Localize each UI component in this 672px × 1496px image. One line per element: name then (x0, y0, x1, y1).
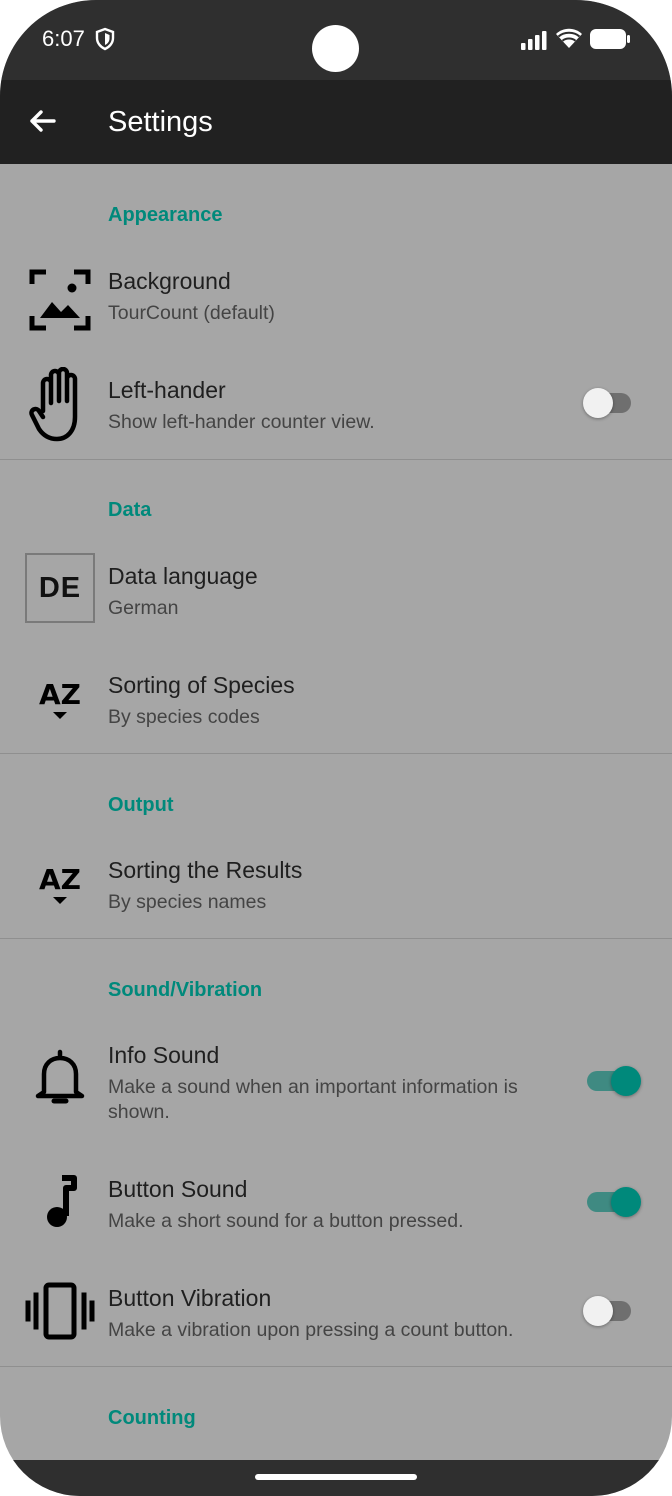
pref-left-hander[interactable]: Left-hander Show left-hander counter vie… (0, 367, 672, 477)
section-header-counting: Counting (108, 1407, 196, 1429)
bell-icon (22, 1040, 98, 1116)
pref-summary: TourCount (default) (108, 302, 275, 324)
pref-sorting-species[interactable]: AZ Sorting of Species By species codes (0, 672, 672, 772)
svg-text:AZ: AZ (39, 678, 81, 711)
navigation-bar (0, 1460, 672, 1496)
section-header-appearance: Appearance (108, 204, 223, 226)
sort-az-icon: AZ (22, 660, 98, 736)
switch-thumb (583, 388, 613, 418)
language-icon: DE (24, 552, 96, 624)
divider (0, 938, 672, 939)
status-bar: 6:07 (0, 0, 672, 80)
pref-info-sound[interactable]: Info Sound Make a sound when an importan… (0, 1042, 672, 1142)
switch-thumb (611, 1066, 641, 1096)
pref-title: Background (108, 268, 231, 294)
pref-summary: Make a sound when an important informati… (108, 1076, 518, 1123)
pref-summary: By species names (108, 891, 267, 913)
back-arrow-icon[interactable] (22, 100, 64, 142)
pref-title: Button Sound (108, 1176, 248, 1202)
vibration-icon (22, 1273, 98, 1349)
shield-icon (95, 27, 115, 51)
sort-az-icon: AZ (22, 845, 98, 921)
section-header-data: Data (108, 499, 152, 521)
switch-thumb (611, 1187, 641, 1217)
button-vibration-switch[interactable] (583, 1294, 643, 1328)
pref-title: Sorting of Species (108, 672, 295, 698)
pref-title: Data language (108, 563, 258, 589)
pref-button-vibration[interactable]: Button Vibration Make a vibration upon p… (0, 1282, 672, 1385)
battery-icon (590, 29, 630, 49)
pref-button-sound[interactable]: Button Sound Make a short sound for a bu… (0, 1175, 672, 1276)
pref-summary: German (108, 597, 179, 619)
camera-cutout (312, 25, 359, 72)
phone-screen: 6:07 Settings Appearance Background Tour… (0, 0, 672, 1496)
signal-icon (521, 31, 547, 50)
pref-title: Sorting the Results (108, 857, 303, 883)
pref-summary: Show left-hander counter view. (108, 411, 375, 433)
switch-thumb (583, 1296, 613, 1326)
page-title: Settings (108, 106, 213, 138)
app-toolbar: Settings (0, 80, 672, 164)
section-header-output: Output (108, 794, 174, 816)
wifi-icon (556, 28, 582, 48)
pref-summary: Make a short sound for a button pressed. (108, 1210, 464, 1232)
home-gesture-pill[interactable] (255, 1474, 417, 1480)
info-sound-switch[interactable] (583, 1064, 643, 1098)
left-hander-switch[interactable] (583, 386, 643, 420)
pref-summary: By species codes (108, 706, 260, 728)
pref-background[interactable]: Background TourCount (default) (0, 268, 672, 368)
pref-data-language[interactable]: DE Data language German (0, 553, 672, 663)
image-frame-icon (22, 262, 98, 338)
pref-sorting-results[interactable]: AZ Sorting the Results By species names (0, 857, 672, 957)
button-sound-switch[interactable] (583, 1185, 643, 1219)
divider (0, 459, 672, 460)
pref-title: Left-hander (108, 377, 226, 403)
divider (0, 1366, 672, 1367)
pref-title: Button Vibration (108, 1285, 272, 1311)
pref-title: Info Sound (108, 1042, 220, 1068)
hand-icon (22, 367, 98, 443)
status-time: 6:07 (42, 26, 85, 51)
settings-list: Appearance Background TourCount (default… (0, 164, 672, 1460)
section-header-sound-vibration: Sound/Vibration (108, 979, 263, 1001)
divider (0, 753, 672, 754)
music-note-icon (22, 1164, 98, 1240)
svg-text:AZ: AZ (39, 863, 81, 896)
pref-summary: Make a vibration upon pressing a count b… (108, 1319, 514, 1341)
